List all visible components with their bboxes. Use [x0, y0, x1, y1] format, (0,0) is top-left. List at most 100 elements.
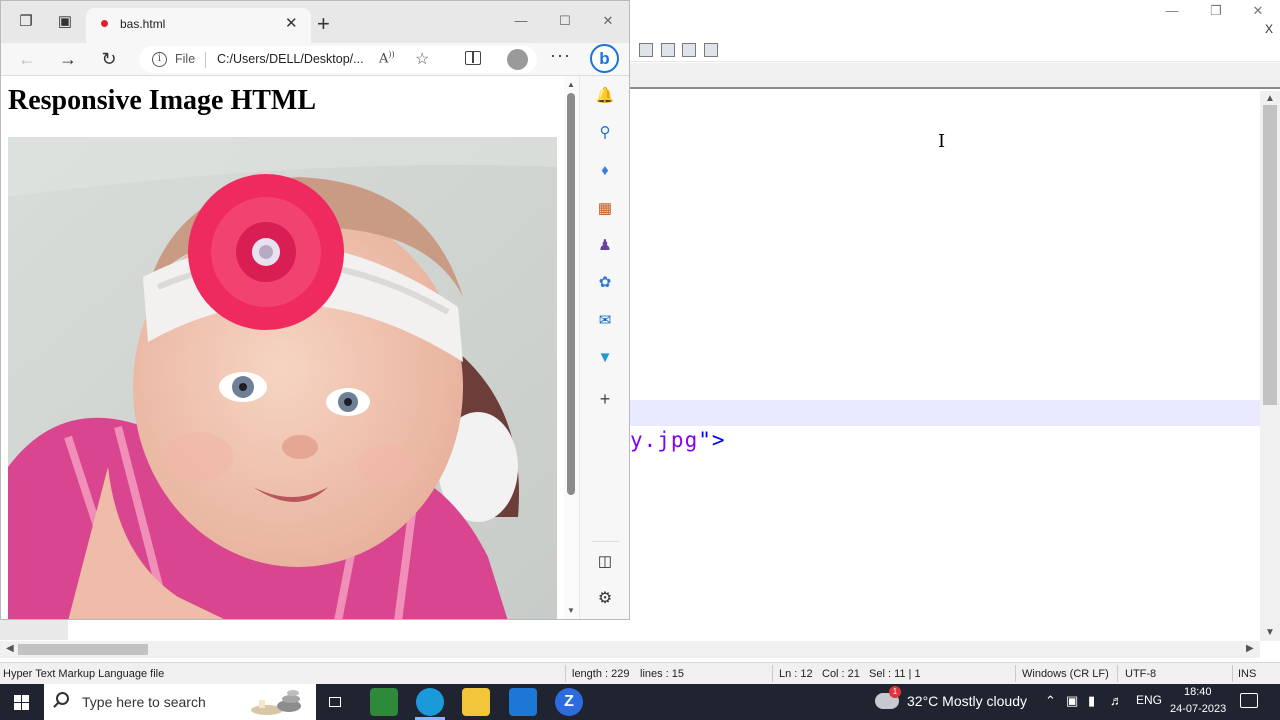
stop-macro-icon[interactable] — [639, 43, 653, 57]
maximize-button[interactable]: ☐ — [550, 11, 580, 31]
back-arrow-icon[interactable]: ← — [15, 47, 39, 71]
tools-briefcase-icon[interactable]: ▦ — [595, 199, 615, 219]
show-hidden-icons-icon[interactable]: ⌃ — [1045, 693, 1056, 709]
outlook-icon[interactable]: ✉ — [595, 311, 615, 331]
minimize-button[interactable]: — — [506, 11, 536, 31]
tab-bas-html[interactable]: bas.html ✕ — [86, 8, 311, 43]
microsoft365-icon[interactable]: ✿ — [595, 273, 615, 293]
taskbar-search-box[interactable]: Type here to search — [44, 684, 316, 720]
npp-menubar — [630, 22, 1280, 40]
npp-horizontal-scrollbar[interactable]: ◀ ▶ — [0, 641, 1260, 658]
games-icon[interactable]: ♟ — [595, 236, 615, 256]
workspaces-icon[interactable]: ❐ — [17, 13, 35, 31]
status-selection: Sel : 11 | 1 — [869, 668, 921, 680]
npp-horizontal-scroll-thumb[interactable] — [18, 644, 148, 655]
scroll-down-arrow-icon[interactable]: ▼ — [1265, 627, 1275, 638]
battery-icon[interactable]: ▮ — [1088, 693, 1095, 709]
run-macro-multiple-icon[interactable] — [682, 43, 696, 57]
notification-bell-icon[interactable]: 🔔 — [595, 86, 615, 106]
scroll-up-arrow-icon[interactable]: ▲ — [1265, 93, 1275, 104]
drop-icon[interactable]: ▼ — [595, 348, 615, 368]
zoom-icon[interactable]: Z — [555, 688, 583, 716]
status-eol[interactable]: Windows (CR LF) — [1022, 668, 1109, 680]
play-macro-icon[interactable] — [661, 43, 675, 57]
npp-statusbar: Hyper Text Markup Language file length :… — [0, 662, 1280, 684]
clock-date[interactable]: 24-07-2023 — [1170, 703, 1226, 715]
scroll-right-arrow-icon[interactable]: ▶ — [1246, 643, 1254, 654]
task-view-icon[interactable] — [326, 693, 346, 711]
status-divider — [772, 665, 773, 682]
split-screen-icon[interactable] — [465, 51, 481, 65]
code-line[interactable]: y.jpg"> — [630, 428, 726, 452]
npp-editor-area[interactable] — [630, 91, 1260, 641]
npp-minimize-button[interactable]: — — [1162, 2, 1182, 20]
scroll-down-arrow-icon[interactable]: ▼ — [567, 606, 575, 615]
bing-copilot-icon[interactable]: b — [590, 44, 619, 73]
status-encoding[interactable]: UTF-8 — [1125, 668, 1156, 680]
clock-time[interactable]: 18:40 — [1184, 686, 1212, 698]
settings-gear-icon[interactable]: ⚙ — [595, 589, 615, 609]
save-macro-icon[interactable] — [704, 43, 718, 57]
camera-icon[interactable]: ▣ — [1066, 693, 1078, 709]
new-tab-icon[interactable]: + — [317, 11, 330, 37]
refresh-icon[interactable]: ↻ — [97, 47, 121, 71]
file-explorer-icon[interactable] — [462, 688, 490, 716]
url-text[interactable]: C:/Users/DELL/Desktop/... — [217, 52, 364, 66]
start-button[interactable] — [0, 684, 44, 720]
npp-close-document-button[interactable]: X — [1265, 22, 1273, 36]
status-length: length : 229 — [572, 668, 630, 680]
code-tag-close: "> — [698, 428, 726, 452]
close-window-button[interactable]: ✕ — [593, 11, 623, 31]
search-icon — [56, 692, 69, 705]
sidebar-divider — [592, 541, 619, 542]
npp-restore-button[interactable]: ❐ — [1206, 2, 1226, 20]
status-insert-mode[interactable]: INS — [1238, 668, 1256, 680]
page-scroll-thumb[interactable] — [567, 93, 575, 495]
scroll-left-arrow-icon[interactable]: ◀ — [6, 643, 14, 654]
notification-center-icon[interactable] — [1240, 693, 1258, 708]
info-icon[interactable]: i — [152, 52, 167, 67]
notepadpp-taskbar-icon[interactable] — [370, 688, 398, 716]
file-protocol-label: File — [175, 52, 196, 66]
weather-text: 32°C Mostly cloudy — [907, 693, 1027, 709]
file-favicon-icon — [101, 20, 108, 27]
language-indicator[interactable]: ENG — [1136, 693, 1162, 707]
npp-close-button[interactable]: ✕ — [1248, 2, 1268, 20]
status-line-number: Ln : 12 — [779, 668, 813, 680]
favorite-star-icon[interactable]: ☆ — [415, 49, 429, 69]
scroll-up-arrow-icon[interactable]: ▲ — [567, 80, 575, 89]
npp-titlebar: — ❐ ✕ — [630, 0, 1280, 22]
read-aloud-icon[interactable]: A)) — [379, 50, 395, 66]
npp-panel-corner — [0, 620, 68, 640]
page-heading: Responsive Image HTML — [8, 85, 316, 116]
tab-close-icon[interactable]: ✕ — [285, 14, 298, 32]
forward-arrow-icon[interactable]: → — [56, 47, 80, 71]
volume-muted-icon[interactable]: ♬ — [1110, 693, 1123, 708]
add-sidebar-app-icon[interactable]: + — [595, 389, 615, 409]
search-placeholder: Type here to search — [82, 694, 206, 710]
tab-actions-icon[interactable]: ▣ — [56, 13, 74, 31]
edge-address-toolbar: ← → ↻ i File C:/Users/DELL/Desktop/... A… — [1, 43, 629, 76]
npp-toolbar — [630, 40, 1280, 62]
status-file-type: Hyper Text Markup Language file — [3, 668, 165, 680]
baby-photo-illustration — [8, 137, 557, 619]
status-column: Col : 21 — [822, 668, 860, 680]
status-divider — [1015, 665, 1016, 682]
text-cursor-icon: I — [938, 131, 946, 152]
edge-taskbar-icon[interactable] — [416, 688, 444, 716]
edge-sidebar: 🔔 ⚲ ♦ ▦ ♟ ✿ ✉ ▼ + ◫ ⚙ — [579, 76, 629, 619]
profile-avatar-icon[interactable] — [507, 49, 528, 70]
mail-icon[interactable] — [509, 688, 537, 716]
more-options-icon[interactable]: ··· — [550, 45, 571, 66]
windows-taskbar: Type here to search Z 1 32°C Mostly clou… — [0, 684, 1280, 720]
status-lines: lines : 15 — [640, 668, 685, 680]
weather-badge: 1 — [889, 686, 901, 698]
baby-photo-image — [8, 137, 557, 619]
hide-sidebar-icon[interactable]: ◫ — [595, 552, 615, 572]
npp-vertical-scroll-thumb[interactable] — [1263, 105, 1277, 405]
edge-browser-window: ❐ ▣ bas.html ✕ + — ☐ ✕ ← → ↻ i File C:/U… — [0, 0, 630, 620]
search-icon[interactable]: ⚲ — [595, 123, 615, 143]
windows-logo-icon — [14, 695, 21, 702]
shopping-tag-icon[interactable]: ♦ — [595, 161, 615, 181]
status-divider — [1232, 665, 1233, 682]
